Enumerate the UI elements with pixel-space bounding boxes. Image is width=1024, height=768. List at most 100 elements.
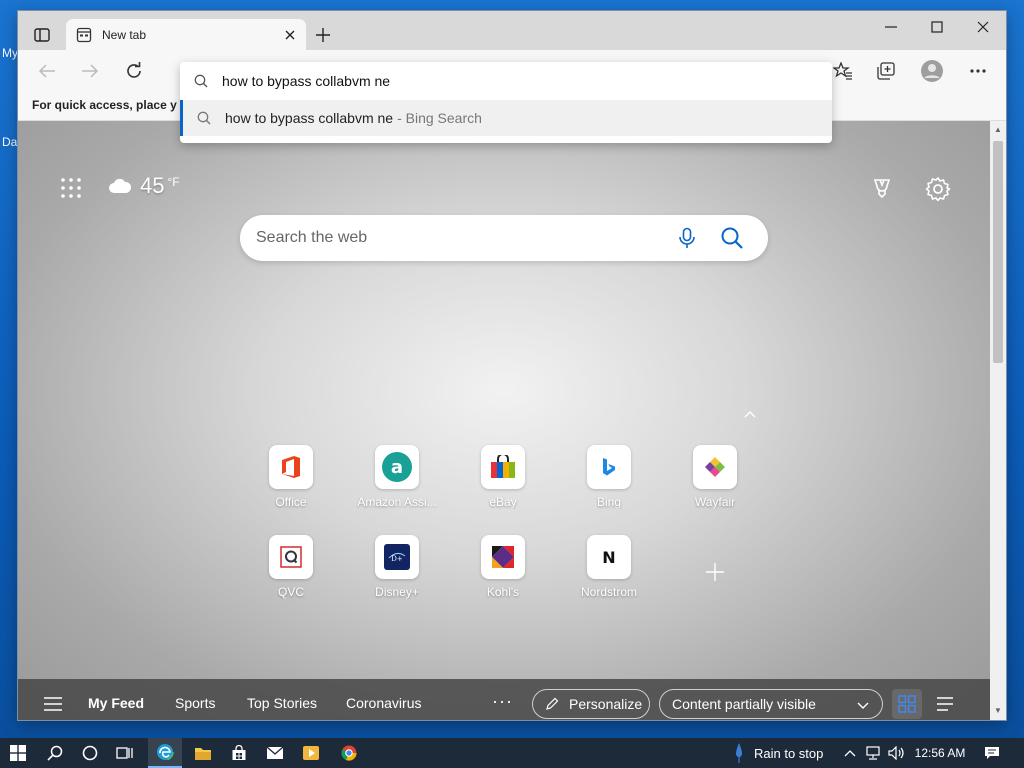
search-suggestion-item[interactable]: how to bypass collabvm ne - Bing Search bbox=[180, 100, 832, 136]
amazon-assistant-logo-icon: a bbox=[375, 445, 419, 489]
quick-link-ebay[interactable]: eBay bbox=[460, 445, 546, 525]
suggestion-source: - Bing Search bbox=[397, 110, 482, 126]
web-search-box[interactable] bbox=[240, 215, 768, 261]
quick-link-nordstrom[interactable]: N Nordstrom bbox=[566, 535, 652, 615]
tab-actions-icon bbox=[34, 28, 50, 42]
feed-menu-button[interactable] bbox=[44, 697, 62, 711]
volume-button[interactable] bbox=[886, 738, 908, 768]
taskbar-store[interactable] bbox=[224, 738, 254, 768]
feed-tab-coronavirus[interactable]: Coronavirus bbox=[346, 695, 421, 711]
voice-search-button[interactable] bbox=[676, 227, 698, 249]
taskbar-mail[interactable] bbox=[260, 738, 290, 768]
quick-link-label: QVC bbox=[277, 585, 304, 599]
tab-new-tab[interactable]: New tab bbox=[66, 19, 306, 50]
quick-link-label: Disney+ bbox=[375, 585, 419, 599]
minimize-button[interactable] bbox=[868, 13, 914, 41]
start-button[interactable] bbox=[0, 738, 36, 768]
chrome-logo-icon bbox=[341, 745, 357, 761]
content-visibility-dropdown[interactable]: Content partially visible bbox=[659, 689, 883, 719]
collections-icon bbox=[877, 62, 895, 80]
notification-icon bbox=[985, 747, 999, 759]
ebay-logo-icon bbox=[481, 445, 525, 489]
forward-button[interactable] bbox=[75, 56, 105, 86]
scroll-up-arrow[interactable]: ▲ bbox=[993, 125, 1003, 135]
desktop-icon-label[interactable]: Da bbox=[2, 135, 17, 149]
weather-widget[interactable]: 45 °F bbox=[108, 173, 180, 199]
folder-icon bbox=[195, 747, 211, 760]
disney-plus-logo-icon: D+ bbox=[375, 535, 419, 579]
collections-button[interactable] bbox=[871, 56, 901, 86]
scrollbar-thumb[interactable] bbox=[993, 141, 1003, 363]
personalize-button[interactable]: Personalize bbox=[532, 689, 650, 719]
arrow-right-icon bbox=[82, 64, 99, 78]
avatar-icon bbox=[921, 60, 943, 82]
cortana-circle-icon bbox=[82, 745, 98, 761]
new-tab-button[interactable] bbox=[310, 23, 336, 47]
settings-more-button[interactable] bbox=[963, 56, 993, 86]
plus-icon bbox=[706, 563, 724, 581]
search-submit-button[interactable] bbox=[720, 226, 744, 250]
scroll-down-arrow[interactable]: ▼ bbox=[993, 706, 1003, 716]
favorites-button[interactable] bbox=[828, 56, 858, 86]
feed-tab-my-feed[interactable]: My Feed bbox=[88, 695, 144, 711]
back-button[interactable] bbox=[32, 56, 62, 86]
app-launcher-button[interactable] bbox=[60, 177, 82, 199]
quick-link-kohls[interactable]: Kohl's bbox=[460, 535, 546, 615]
quick-link-office[interactable]: Office bbox=[248, 445, 334, 525]
close-icon bbox=[977, 21, 989, 33]
grid-layout-button[interactable] bbox=[892, 689, 922, 719]
rewards-button[interactable] bbox=[870, 177, 894, 201]
action-center-button[interactable] bbox=[978, 738, 1006, 768]
weather-taskbar-icon[interactable] bbox=[730, 738, 748, 768]
maximize-icon bbox=[931, 21, 943, 33]
browser-window: New tab For quick access, place y 45 °F … bbox=[18, 11, 1006, 720]
speaker-icon bbox=[888, 746, 904, 760]
collapse-quick-links-button[interactable] bbox=[742, 407, 758, 419]
close-window-button[interactable] bbox=[960, 13, 1006, 41]
minimize-icon bbox=[885, 26, 897, 28]
quick-link-bing[interactable]: Bing bbox=[566, 445, 652, 525]
taskbar-edge[interactable] bbox=[148, 738, 182, 768]
tab-close-button[interactable] bbox=[278, 23, 302, 47]
web-search-input[interactable] bbox=[256, 229, 656, 247]
show-hidden-icons-button[interactable] bbox=[842, 738, 858, 768]
taskbar-search-button[interactable] bbox=[40, 738, 70, 768]
list-layout-button[interactable] bbox=[930, 689, 960, 719]
feed-more-button[interactable]: ··· bbox=[492, 691, 513, 712]
network-button[interactable] bbox=[862, 738, 884, 768]
quick-link-label: Office bbox=[275, 495, 307, 509]
quick-link-wayfair[interactable]: Wayfair bbox=[672, 445, 758, 525]
cortana-button[interactable] bbox=[75, 738, 105, 768]
gear-icon bbox=[925, 177, 951, 202]
address-bar-input[interactable] bbox=[222, 73, 782, 89]
taskbar-media-player[interactable] bbox=[296, 738, 326, 768]
quick-link-qvc[interactable]: QVC bbox=[248, 535, 334, 615]
page-settings-button[interactable] bbox=[925, 176, 951, 202]
address-bar[interactable] bbox=[180, 62, 832, 100]
quick-link-amazon-assistant[interactable]: a Amazon Assi... bbox=[354, 445, 440, 525]
add-quick-link-button[interactable] bbox=[704, 561, 726, 583]
feed-tab-top-stories[interactable]: Top Stories bbox=[247, 695, 317, 711]
store-bag-icon bbox=[232, 745, 246, 760]
page-scrollbar[interactable]: ▲ ▼ bbox=[990, 121, 1006, 720]
content-visibility-value: Content partially visible bbox=[672, 696, 816, 712]
desktop-icon-label[interactable]: My bbox=[2, 46, 18, 60]
taskbar-weather-text[interactable]: Rain to stop bbox=[754, 738, 838, 768]
taskbar-chrome[interactable] bbox=[334, 738, 364, 768]
tab-actions-button[interactable] bbox=[28, 23, 56, 47]
windows-logo-icon bbox=[10, 745, 26, 761]
arrow-left-icon bbox=[38, 64, 55, 78]
profile-button[interactable] bbox=[917, 56, 947, 86]
taskbar-file-explorer[interactable] bbox=[188, 738, 218, 768]
pencil-icon bbox=[546, 697, 559, 710]
refresh-button[interactable] bbox=[119, 56, 149, 86]
clock[interactable]: 12:56 AM bbox=[910, 738, 970, 768]
network-icon bbox=[866, 746, 880, 760]
task-view-button[interactable] bbox=[110, 738, 140, 768]
maximize-button[interactable] bbox=[914, 13, 960, 41]
microphone-icon bbox=[679, 227, 695, 248]
quick-link-disney-plus[interactable]: D+ Disney+ bbox=[354, 535, 440, 615]
feed-tab-sports[interactable]: Sports bbox=[175, 695, 215, 711]
search-icon bbox=[721, 227, 743, 249]
taskbar: Rain to stop 12:56 AM bbox=[0, 738, 1024, 768]
